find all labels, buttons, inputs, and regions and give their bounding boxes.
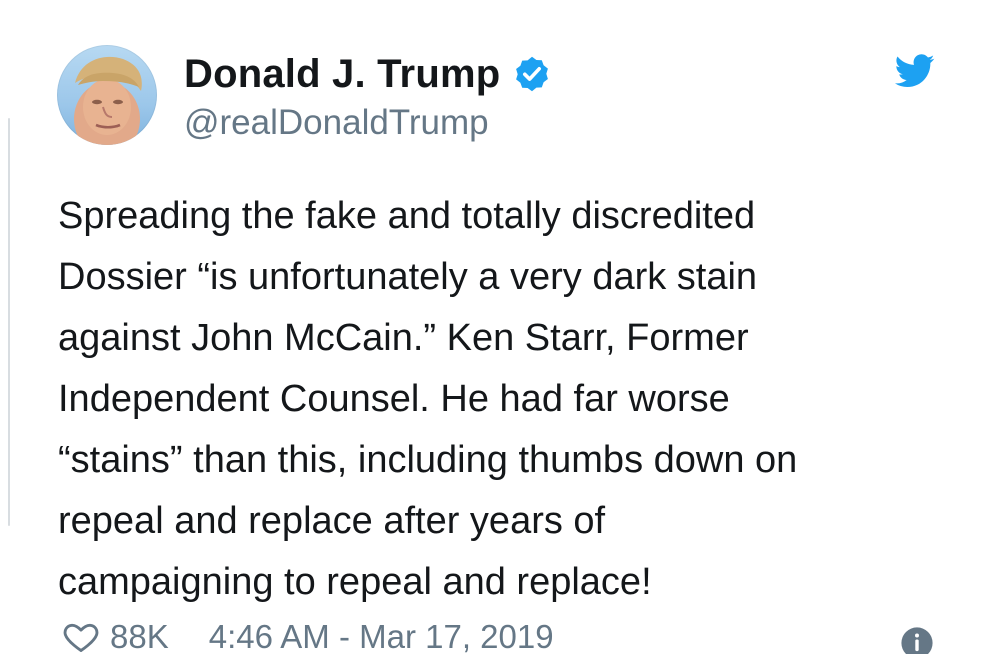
verified-badge-icon xyxy=(512,54,552,94)
like-count[interactable]: 88K xyxy=(110,617,169,654)
left-edge-divider xyxy=(8,118,10,526)
tweet-meta: 88K 4:46 AM - Mar 17, 2019 xyxy=(62,617,554,654)
avatar[interactable] xyxy=(57,45,157,145)
tweet-line: Spreading the fake and totally discredit… xyxy=(58,195,756,237)
heart-icon[interactable] xyxy=(62,619,100,654)
author-header: Donald J. Trump xyxy=(184,52,552,96)
handle[interactable]: @realDonaldTrump xyxy=(184,103,489,143)
tweet-line: against John McCain.” Ken Starr, Former xyxy=(58,317,749,359)
tweet-line: campaigning to repeal and replace! xyxy=(58,561,652,603)
display-name[interactable]: Donald J. Trump xyxy=(184,52,500,96)
tweet-line: Independent Counsel. He had far worse xyxy=(58,378,730,420)
tweet-line: repeal and replace after years of xyxy=(58,500,606,542)
tweet-line: Dossier “is unfortunately a very dark st… xyxy=(58,256,758,298)
tweet-text: Spreading the fake and totally discredit… xyxy=(58,186,958,613)
timestamp[interactable]: 4:46 AM - Mar 17, 2019 xyxy=(209,617,554,654)
twitter-bird-icon[interactable] xyxy=(891,51,939,91)
avatar-image xyxy=(74,56,142,145)
info-icon[interactable] xyxy=(900,626,934,654)
tweet-line: “stains” than this, including thumbs dow… xyxy=(58,439,798,481)
